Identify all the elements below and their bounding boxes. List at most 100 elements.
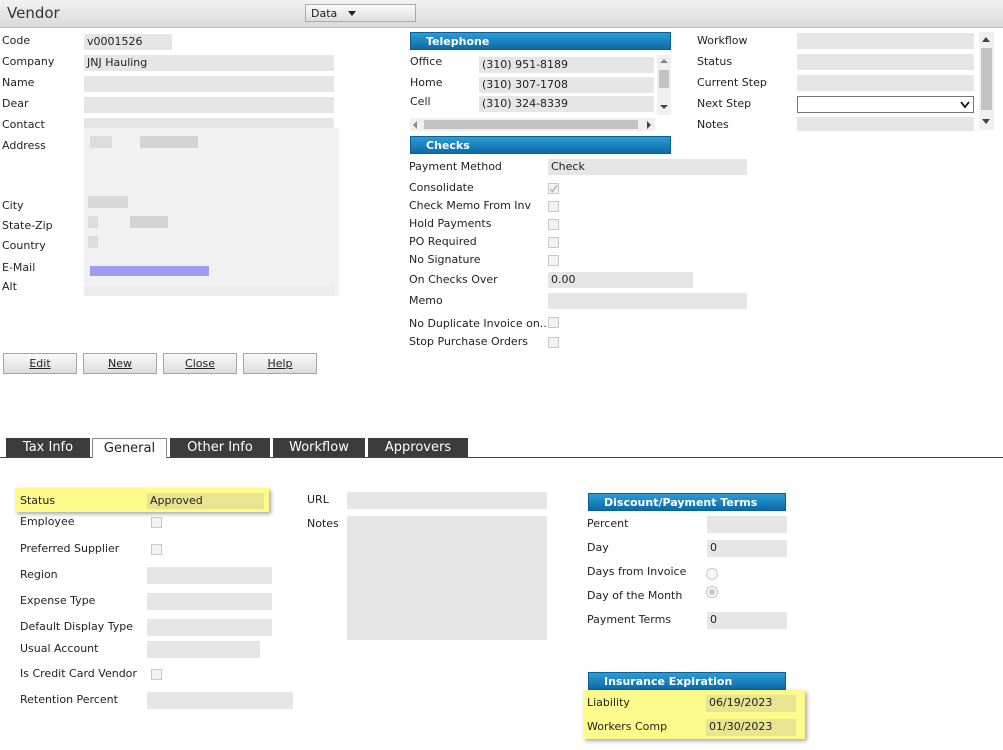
liability-date-field[interactable]: 06/19/2023 — [706, 695, 796, 712]
home-phone-field[interactable]: (310) 307-1708 — [479, 77, 654, 93]
telephone-header: Telephone — [410, 32, 671, 50]
scroll-up-icon[interactable] — [982, 37, 990, 42]
name-field[interactable] — [84, 76, 334, 92]
new-button[interactable]: New — [83, 353, 157, 374]
on-checks-over-label: On Checks Over — [409, 273, 498, 286]
company-label: Company — [2, 55, 55, 68]
check-memo-label: Check Memo From Inv — [409, 199, 532, 212]
no-duplicate-invoice-checkbox[interactable] — [548, 317, 559, 328]
url-label: URL — [307, 493, 329, 506]
scroll-down-icon[interactable] — [660, 105, 668, 109]
redacted-text — [88, 216, 98, 228]
usual-account-field[interactable] — [147, 641, 260, 658]
stop-purchase-orders-label: Stop Purchase Orders — [409, 335, 528, 348]
notes-textarea[interactable] — [347, 516, 547, 640]
office-label: Office — [410, 55, 443, 68]
city-label: City — [2, 199, 24, 212]
discount-terms-header: Discount/Payment Terms — [588, 493, 786, 511]
tab-other-info[interactable]: Other Info — [170, 438, 270, 457]
telephone-list: Office (310) 951-8189 Home (310) 307-170… — [408, 55, 672, 131]
scroll-up-icon[interactable] — [660, 59, 668, 63]
status-label: Status — [20, 494, 56, 507]
region-field[interactable] — [147, 567, 272, 584]
email-label: E-Mail — [2, 261, 36, 274]
dear-field[interactable] — [84, 97, 334, 113]
radio-selected-dot — [709, 589, 715, 595]
hold-payments-checkbox[interactable] — [548, 219, 559, 230]
scroll-right-icon[interactable] — [647, 121, 651, 129]
redacted-text — [130, 216, 168, 228]
view-dropdown[interactable]: Data — [305, 4, 416, 22]
redacted-text — [90, 136, 112, 148]
workers-comp-label: Workers Comp — [587, 720, 668, 733]
default-display-type-label: Default Display Type — [20, 620, 133, 633]
horizontal-scrollbar[interactable] — [410, 118, 655, 131]
help-button[interactable]: Help — [243, 353, 317, 374]
days-from-invoice-radio[interactable] — [706, 568, 718, 580]
payment-method-field[interactable]: Check — [548, 159, 747, 175]
consolidate-checkbox[interactable] — [548, 183, 559, 194]
on-checks-over-field[interactable]: 0.00 — [548, 272, 693, 288]
tab-tax-info[interactable]: Tax Info — [6, 438, 90, 457]
no-signature-checkbox[interactable] — [548, 255, 559, 266]
vertical-scrollbar[interactable] — [657, 55, 671, 115]
notes-label: Notes — [307, 517, 339, 530]
address-label: Address — [2, 139, 46, 152]
code-field[interactable]: v0001526 — [84, 34, 172, 50]
scroll-thumb[interactable] — [424, 120, 638, 129]
office-phone-field[interactable]: (310) 951-8189 — [479, 57, 654, 73]
stop-purchase-orders-checkbox[interactable] — [548, 337, 559, 348]
edit-button[interactable]: Edit — [3, 353, 77, 374]
day-of-month-radio[interactable] — [706, 586, 718, 598]
close-button[interactable]: Close — [163, 353, 237, 374]
alt-field[interactable] — [84, 286, 334, 296]
credit-card-vendor-checkbox[interactable] — [151, 669, 162, 680]
scroll-down-icon[interactable] — [982, 119, 990, 124]
preferred-supplier-checkbox[interactable] — [151, 544, 162, 555]
hold-payments-label: Hold Payments — [409, 217, 492, 230]
retention-percent-field[interactable] — [147, 692, 293, 709]
current-step-field[interactable] — [797, 75, 974, 91]
workers-comp-date-field[interactable]: 01/30/2023 — [706, 719, 796, 736]
checkmark-icon — [549, 185, 558, 193]
scroll-thumb[interactable] — [659, 70, 669, 88]
url-field[interactable] — [347, 492, 547, 509]
employee-checkbox[interactable] — [151, 517, 162, 528]
cell-label: Cell — [410, 95, 431, 108]
memo-field[interactable] — [548, 293, 747, 309]
cell-phone-field[interactable]: (310) 324-8339 — [479, 96, 654, 112]
next-step-select[interactable] — [797, 96, 974, 113]
redacted-email — [90, 266, 209, 276]
workflow-label: Workflow — [697, 34, 748, 47]
checks-header: Checks — [410, 136, 671, 154]
region-label: Region — [20, 568, 58, 581]
chevron-down-icon — [960, 101, 970, 109]
no-signature-label: No Signature — [409, 253, 481, 266]
day-field[interactable]: 0 — [707, 540, 787, 557]
status-field[interactable]: Approved — [147, 493, 264, 509]
tab-workflow[interactable]: Workflow — [273, 438, 365, 457]
workflow-field[interactable] — [797, 33, 974, 49]
wf-notes-label: Notes — [697, 118, 729, 131]
state-zip-label: State-Zip — [2, 219, 53, 232]
check-memo-checkbox[interactable] — [548, 201, 559, 212]
wf-notes-field[interactable] — [797, 117, 974, 131]
expense-type-label: Expense Type — [20, 594, 96, 607]
company-field[interactable]: JNJ Hauling — [84, 55, 334, 71]
tab-approvers[interactable]: Approvers — [368, 438, 468, 457]
workflow-scrollbar[interactable] — [979, 32, 994, 130]
wf-status-field[interactable] — [797, 54, 974, 70]
payment-terms-field[interactable]: 0 — [707, 612, 787, 629]
expense-type-field[interactable] — [147, 593, 272, 610]
scroll-thumb[interactable] — [981, 48, 992, 110]
percent-field[interactable] — [707, 516, 787, 533]
default-display-type-field[interactable] — [147, 619, 272, 636]
scroll-left-icon[interactable] — [413, 121, 417, 129]
preferred-supplier-label: Preferred Supplier — [20, 542, 120, 555]
page-title: Vendor — [7, 4, 60, 22]
insurance-expiration-header: Insurance Expiration — [588, 672, 786, 690]
current-step-label: Current Step — [697, 76, 767, 89]
tab-general[interactable]: General — [92, 438, 167, 458]
code-label: Code — [2, 34, 31, 47]
po-required-checkbox[interactable] — [548, 237, 559, 248]
